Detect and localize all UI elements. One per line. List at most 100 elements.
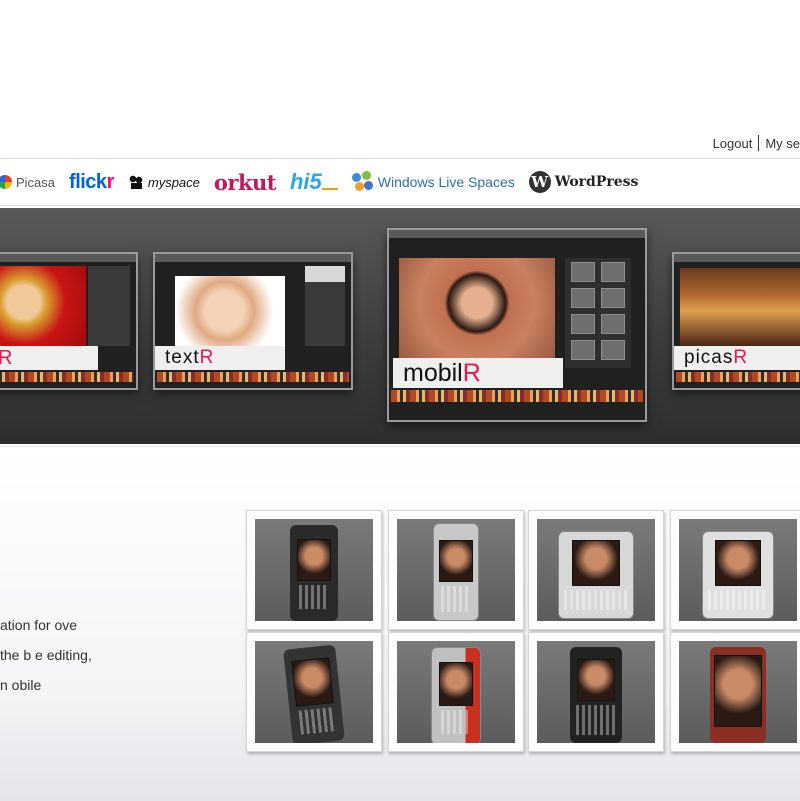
phone-thumbnail	[679, 641, 797, 743]
app-thumbnail-strip	[676, 372, 800, 382]
window-titlebar	[0, 254, 136, 262]
partner-myspace-label: myspace	[147, 174, 200, 190]
phone-keypad	[441, 586, 471, 612]
partner-orkut-label: orkut	[213, 169, 277, 195]
app-screenshot-first[interactable]: R	[0, 252, 138, 390]
app-label-picasr: picas R	[674, 346, 800, 370]
app-photo	[175, 276, 285, 346]
app-photo	[0, 266, 86, 346]
phone-screen	[439, 540, 473, 582]
app-gallery-band: R text R mobil R picas R	[0, 208, 800, 444]
windows-live-icon	[351, 171, 374, 193]
partner-flickr[interactable]: flickr	[69, 171, 114, 194]
phone-screen	[291, 657, 334, 707]
phone-model-icon	[571, 288, 595, 308]
phone-keypad	[299, 585, 329, 609]
phone-thumbnail	[255, 641, 373, 743]
phone-image	[558, 531, 634, 619]
app-screenshot-textr[interactable]: text R	[153, 252, 353, 390]
app-screenshot-picasr[interactable]: picas R	[672, 252, 800, 390]
picasa-icon	[0, 175, 12, 189]
app-photo	[399, 258, 555, 358]
partner-hi5[interactable]: hi5	[290, 169, 338, 195]
phone-model-icon	[601, 262, 625, 282]
phone-tile[interactable]	[388, 510, 524, 630]
partner-logo-strip: Picasa flickr myspace orkut hi5 Windows …	[0, 158, 800, 206]
phone-screen	[572, 540, 620, 586]
phone-keypad	[298, 707, 335, 735]
description-line: ation for ove	[0, 617, 78, 633]
phone-model-icon	[601, 288, 625, 308]
app-screenshot-mobilr[interactable]: mobil R	[387, 228, 647, 422]
app-side-panel	[305, 266, 345, 346]
phone-model-icon	[601, 340, 625, 360]
phone-tile[interactable]	[246, 632, 382, 752]
description-line: n obile	[0, 677, 42, 693]
my-settings-link[interactable]: My se	[765, 136, 800, 151]
header-separator	[758, 135, 760, 151]
app-label-textr: text R	[155, 346, 285, 370]
app-label-first: R	[0, 346, 98, 370]
partner-flickr-label: flickr	[69, 170, 114, 193]
logout-link[interactable]: Logout	[713, 136, 753, 151]
app-side-panel	[88, 266, 130, 346]
phone-image	[283, 644, 345, 743]
partner-picasa[interactable]: Picasa	[0, 175, 55, 190]
phone-keypad	[708, 590, 768, 610]
phone-model-icon	[601, 314, 625, 334]
phone-screen	[714, 655, 762, 727]
partner-windows-live-spaces[interactable]: Windows Live Spaces	[351, 171, 515, 193]
wordpress-icon: W	[528, 171, 551, 193]
phone-keypad	[441, 710, 471, 734]
phone-tile[interactable]	[528, 632, 664, 752]
partner-wordpress[interactable]: W WordPress	[528, 171, 639, 193]
app-photo	[680, 268, 800, 346]
description-line: the b e editing,	[0, 647, 92, 663]
phone-image	[290, 525, 338, 621]
top-blank-area	[0, 0, 800, 130]
app-label-mobilr: mobil R	[393, 358, 563, 388]
header-links: Logout My se	[713, 134, 800, 152]
phone-thumbnail	[537, 641, 655, 743]
phone-tile[interactable]	[670, 632, 800, 752]
window-titlebar	[155, 254, 351, 262]
phone-model-icon	[571, 314, 595, 334]
phone-keypad	[564, 590, 628, 610]
hi5-underline-icon	[321, 188, 338, 190]
phone-thumbnail	[397, 519, 515, 621]
app-thumbnail-strip	[157, 372, 349, 382]
partner-orkut[interactable]: orkut	[213, 169, 277, 195]
phone-thumbnail	[537, 519, 655, 621]
partner-wordpress-label: WordPress	[554, 174, 639, 190]
app-thumbnail-strip	[0, 372, 134, 382]
phone-model-icon	[571, 262, 595, 282]
phone-thumbnail	[679, 519, 797, 621]
phone-model-icon	[571, 340, 595, 360]
phone-thumbnail	[255, 519, 373, 621]
phone-image	[431, 647, 481, 743]
partner-windows-live-spaces-label: Windows Live Spaces	[377, 174, 515, 190]
partner-myspace[interactable]: myspace	[127, 174, 200, 190]
phone-keypad	[576, 705, 616, 735]
phone-image	[570, 647, 622, 743]
phone-screen	[577, 659, 615, 701]
phone-screen	[715, 540, 761, 586]
window-titlebar	[389, 230, 645, 238]
phone-tile[interactable]	[528, 510, 664, 630]
app-thumbnail-strip	[391, 390, 643, 402]
phone-thumbnail	[397, 641, 515, 743]
partner-hi5-label: hi5	[289, 169, 322, 194]
partner-picasa-label: Picasa	[16, 174, 56, 190]
phone-image	[710, 647, 766, 743]
phone-tile[interactable]	[670, 510, 800, 630]
myspace-people-icon	[127, 174, 144, 190]
app-phone-panel	[565, 258, 631, 368]
phone-image	[433, 523, 479, 621]
window-titlebar	[674, 254, 800, 262]
phone-image	[702, 531, 774, 619]
phone-tile[interactable]	[246, 510, 382, 630]
phone-screen	[439, 662, 473, 706]
phone-screen	[297, 539, 331, 581]
phone-tile[interactable]	[388, 632, 524, 752]
description-text: ation for ove the b e editing, n obile	[0, 610, 240, 700]
